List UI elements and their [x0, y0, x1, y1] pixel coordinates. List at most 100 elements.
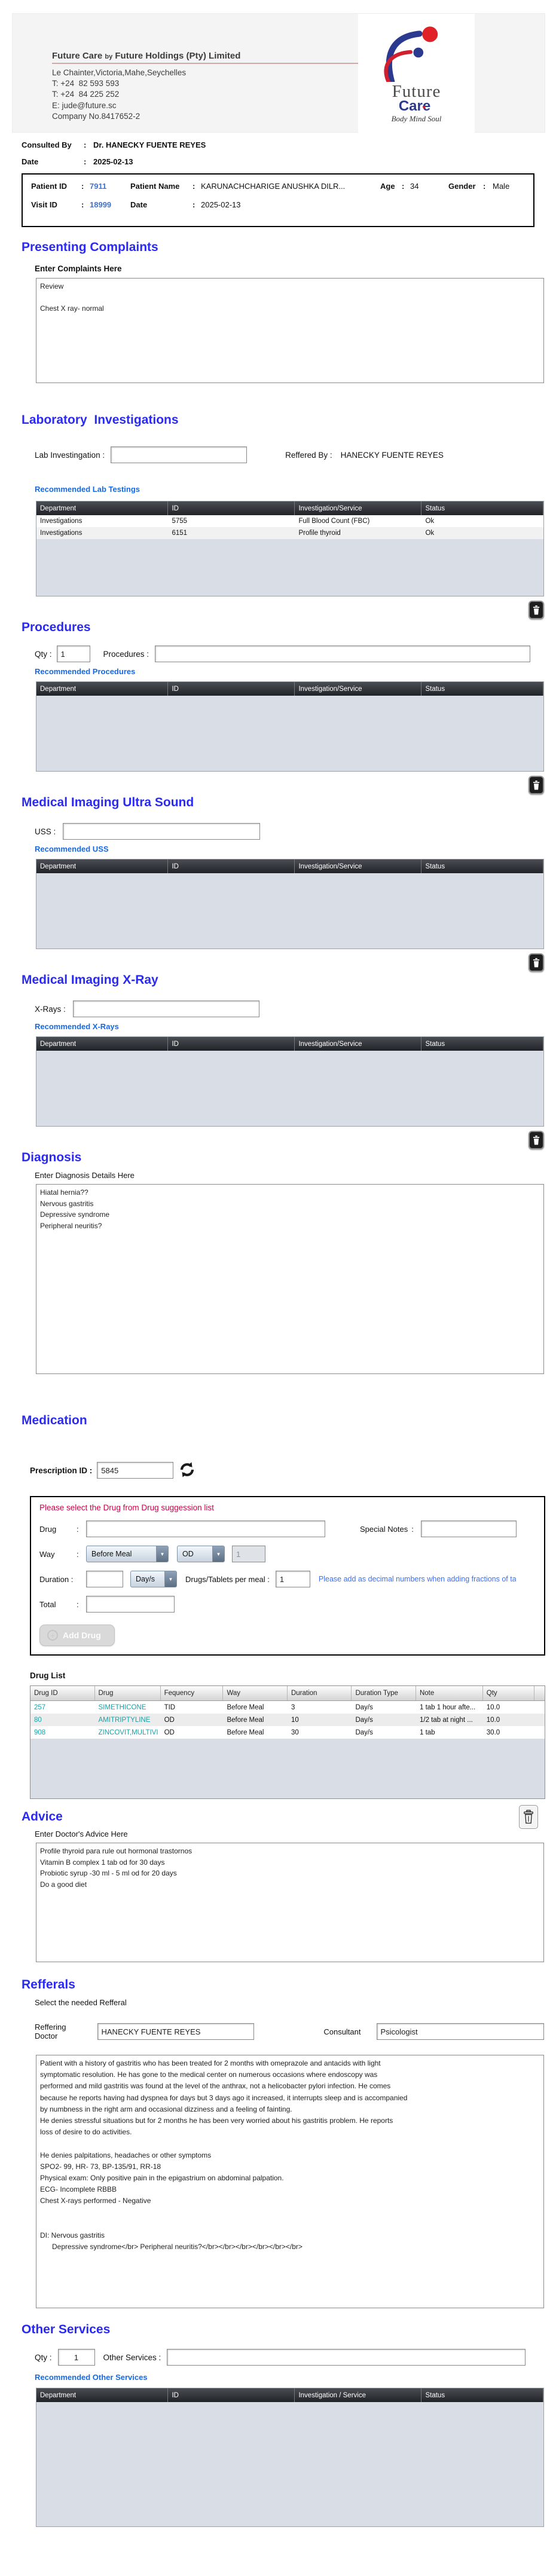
consultant-input[interactable]	[376, 2023, 544, 2040]
recommended-other-services-link[interactable]: Recommended Other Services	[35, 2373, 544, 2382]
lab-table-row[interactable]: Investigations 6151 Profile thyroid Ok	[36, 527, 543, 539]
consulted-by-row: Consulted By : Dr. HANECKY FUENTE REYES	[22, 140, 544, 149]
col-department: Department	[36, 1037, 169, 1051]
referred-by-label: Reffered By :	[285, 450, 332, 460]
visit-date-label: Date	[130, 200, 173, 209]
cell-qty: 10.0	[486, 1716, 500, 1724]
duration-label: Duration :	[39, 1574, 74, 1584]
cell-id: 6151	[172, 530, 188, 537]
total-input[interactable]	[86, 1596, 175, 1613]
colon: :	[84, 157, 87, 166]
cell-drug[interactable]: ZINCOVIT,MULTIVI	[95, 1729, 161, 1736]
cell-drug-id[interactable]: 908	[30, 1729, 95, 1736]
colon: :	[81, 182, 84, 191]
col-way: Way	[223, 1686, 288, 1700]
procedures-qty-label: Qty :	[35, 649, 52, 659]
xray-delete-button[interactable]	[528, 1131, 544, 1149]
cell-drug-id[interactable]: 257	[30, 1704, 95, 1711]
patient-info-box: Patient ID : 7911 Patient Name : KARUNAC…	[22, 173, 534, 227]
trash-icon	[524, 1810, 533, 1824]
duration-input[interactable]	[86, 1571, 123, 1587]
consult-date-value: 2025-02-13	[93, 157, 133, 166]
uss-input[interactable]	[63, 823, 261, 840]
recommended-xray-link[interactable]: Recommended X-Rays	[35, 1022, 544, 1031]
recommended-lab-testings-link[interactable]: Recommended Lab Testings	[35, 485, 544, 494]
patient-gender-label: Gender	[448, 182, 480, 191]
procedures-qty-input[interactable]	[56, 645, 90, 662]
cell-duration-type: Day/s	[355, 1716, 373, 1724]
drug-list-table: Drug ID Drug Fequency Way Duration Durat…	[30, 1685, 545, 1799]
cell-drug-id[interactable]: 80	[30, 1717, 95, 1724]
recommended-uss-link[interactable]: Recommended USS	[35, 845, 544, 853]
uss-label: USS :	[35, 827, 56, 836]
trash-icon	[533, 780, 540, 790]
frequency-count-input	[232, 1546, 265, 1562]
procedures-input[interactable]	[155, 645, 531, 662]
xray-input[interactable]	[72, 1001, 259, 1017]
drug-label: Drug	[39, 1524, 57, 1534]
uss-delete-button[interactable]	[528, 953, 544, 972]
frequency-select[interactable]: OD ▼	[177, 1546, 225, 1562]
uss-input-row: USS :	[35, 823, 544, 840]
diagnosis-textarea[interactable]: Hiatal hernia?? Nervous gastritis Depres…	[36, 1184, 544, 1374]
patient-row-1: Patient ID : 7911 Patient Name : KARUNAC…	[31, 182, 525, 191]
lab-investigation-input[interactable]	[111, 446, 248, 463]
per-meal-input[interactable]	[275, 1571, 310, 1587]
procedures-delete-button[interactable]	[528, 776, 544, 794]
cell-status: Ok	[425, 518, 435, 525]
lab-input-row: Lab Investingation : Reffered By : HANEC…	[35, 446, 544, 463]
other-qty-input[interactable]	[57, 2349, 95, 2366]
col-duration: Duration	[288, 1686, 352, 1700]
uss-delete-row	[12, 953, 544, 972]
duration-type-select[interactable]: Day/s ▼	[130, 1571, 177, 1587]
add-drug-button[interactable]: + Add Drug	[39, 1624, 115, 1646]
diagnosis-title: Diagnosis	[22, 1151, 82, 1164]
drug-row-item[interactable]: 908 ZINCOVIT,MULTIVI OD Before Meal 30 D…	[30, 1726, 545, 1739]
colon: :	[77, 1549, 79, 1559]
col-id: ID	[168, 682, 295, 696]
visit-id-value: 18999	[90, 200, 112, 209]
uss-table-header: Department ID Investigation/Service Stat…	[36, 859, 543, 873]
cell-duration: 3	[291, 1703, 295, 1711]
drug-input[interactable]	[86, 1520, 325, 1537]
cell-way: Before Meal	[227, 1703, 264, 1711]
cell-drug[interactable]: AMITRIPTYLINE	[95, 1717, 161, 1724]
prescription-id-input[interactable]	[97, 1462, 174, 1479]
referral-textarea[interactable]: Patient with a history of gastritis who …	[36, 2055, 544, 2308]
medication-title: Medication	[22, 1414, 87, 1427]
lab-table-row[interactable]: Investigations 5755 Full Blood Count (FB…	[36, 515, 543, 527]
total-label: Total	[39, 1599, 56, 1609]
consulted-by-label: Consulted By	[22, 140, 72, 149]
xray-delete-row	[12, 1131, 544, 1149]
other-services-table: Department ID Investigation / Service St…	[36, 2388, 544, 2527]
col-note: Note	[416, 1686, 483, 1700]
company-header: Future Care by Future Holdings (Pty) Lim…	[12, 13, 545, 133]
colon: :	[402, 182, 405, 191]
recommended-procedures-link[interactable]: Recommended Procedures	[35, 667, 544, 676]
advice-textarea[interactable]: Profile thyroid para rule out hormonal t…	[36, 1843, 544, 1962]
drug-row-item[interactable]: 80 AMITRIPTYLINE OD Before Meal 10 Day/s…	[30, 1714, 545, 1726]
other-services-table-header: Department ID Investigation / Service St…	[36, 2388, 543, 2402]
other-services-input[interactable]	[167, 2349, 526, 2366]
xray-table-empty-area	[36, 1051, 543, 1126]
col-drug: Drug	[95, 1686, 161, 1700]
drug-row-item[interactable]: 257 SIMETHICONE TID Before Meal 3 Day/s …	[30, 1701, 545, 1714]
procedures-delete-row	[12, 776, 544, 794]
col-id: ID	[168, 2388, 295, 2402]
referrals-label: Select the needed Refferal	[35, 1998, 127, 2007]
cell-id: 5755	[172, 518, 188, 525]
cell-qty: 30.0	[486, 1728, 500, 1736]
complaints-textarea[interactable]: Review Chest X ray- normal	[36, 278, 544, 383]
refresh-prescription-button[interactable]	[178, 1461, 196, 1479]
cell-note: 1/2 tab at night ...	[419, 1716, 473, 1724]
col-id: ID	[168, 501, 295, 515]
referring-doctor-input[interactable]	[97, 2023, 255, 2040]
way-select-value: Before Meal	[91, 1550, 132, 1558]
way-label: Way	[39, 1549, 55, 1559]
special-notes-input[interactable]	[421, 1520, 517, 1537]
advice-delete-button[interactable]	[519, 1805, 538, 1829]
cell-drug[interactable]: SIMETHICONE	[95, 1704, 161, 1711]
lab-delete-button[interactable]	[528, 601, 544, 619]
way-select[interactable]: Before Meal ▼	[86, 1546, 169, 1562]
col-id: ID	[168, 859, 295, 873]
